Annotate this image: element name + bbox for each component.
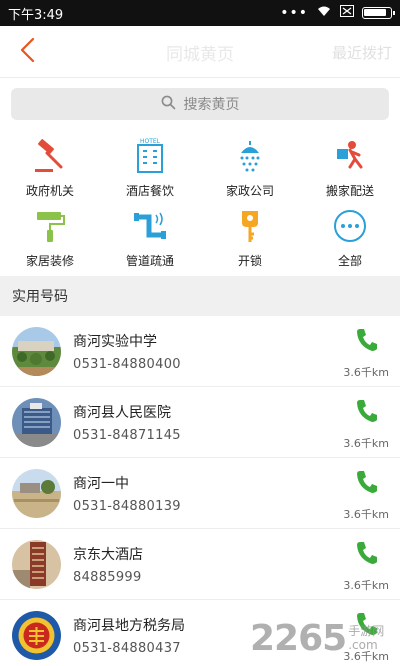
avatar [12, 327, 61, 376]
list-item[interactable]: 商河一中 0531-84880139 3.6千km [0, 458, 400, 529]
category-label: 家政公司 [225, 184, 274, 198]
phone-icon [356, 612, 378, 640]
contact-phone: 0531-84880139 [73, 499, 181, 514]
category-label: 酒店餐饮 [125, 184, 174, 198]
contact-phone: 84885999 [73, 570, 142, 585]
search-placeholder: 搜索黄页 [183, 97, 240, 113]
dots-icon: ••• [280, 5, 308, 21]
call-button[interactable] [353, 541, 381, 569]
wifi-icon [316, 5, 332, 21]
search-input[interactable]: 搜索黄页 [11, 88, 389, 120]
category-label: 家居装修 [25, 254, 74, 268]
chevron-left-icon [19, 37, 35, 67]
shower-icon [230, 136, 270, 176]
nav-bar: 同城黄页 最近拨打 [0, 26, 400, 78]
list-item[interactable]: 京东大酒店 84885999 3.6千km [0, 529, 400, 600]
category-grid: 政府机关 HOTEL 酒店餐饮 家政公司 搬家配送 家居装修 管道疏通 开锁 全… [0, 130, 400, 272]
call-button[interactable] [353, 399, 381, 427]
gavel-icon [30, 136, 70, 176]
distance-label: 3.6千km [343, 366, 389, 379]
contact-name: 商河县地方税务局 [73, 618, 185, 634]
category-decoration[interactable]: 家居装修 [0, 202, 100, 272]
avatar [12, 540, 61, 589]
call-button[interactable] [353, 328, 381, 356]
list-item[interactable]: 商河县地方税务局 0531-84880437 3.6千km [0, 600, 400, 666]
recent-calls-button[interactable]: 最近拨打 [332, 42, 392, 63]
phone-icon [356, 470, 378, 498]
svg-text:HOTEL: HOTEL [140, 138, 161, 145]
delivery-icon [330, 136, 370, 176]
category-label: 全部 [337, 254, 362, 268]
hotel-icon: HOTEL [130, 136, 170, 176]
call-button[interactable] [353, 470, 381, 498]
contact-name: 商河县人民医院 [73, 405, 171, 421]
key-icon [230, 206, 270, 246]
status-bar: 下午3:49 ••• [0, 0, 400, 26]
category-hotel[interactable]: HOTEL 酒店餐饮 [100, 132, 200, 202]
search-area: 搜索黄页 [0, 78, 400, 130]
phone-icon [356, 328, 378, 356]
category-government[interactable]: 政府机关 [0, 132, 100, 202]
contact-name: 商河一中 [73, 476, 129, 492]
avatar [12, 398, 61, 447]
contact-phone: 0531-84880437 [73, 641, 181, 656]
distance-label: 3.6千km [343, 437, 389, 450]
distance-label: 3.6千km [343, 579, 389, 592]
avatar [12, 469, 61, 518]
paint-roller-icon [30, 206, 70, 246]
no-sim-icon [340, 5, 354, 21]
category-label: 搬家配送 [325, 184, 374, 198]
category-housekeeping[interactable]: 家政公司 [200, 132, 300, 202]
phone-icon [356, 399, 378, 427]
contact-phone: 0531-84871145 [73, 428, 181, 443]
category-moving[interactable]: 搬家配送 [300, 132, 400, 202]
category-label: 开锁 [237, 254, 262, 268]
category-pipes[interactable]: 管道疏通 [100, 202, 200, 272]
more-icon [330, 206, 370, 246]
distance-label: 3.6千km [343, 650, 389, 663]
status-time: 下午3:49 [8, 7, 64, 23]
contact-list: 商河实验中学 0531-84880400 3.6千km 商河县人民医院 0531… [0, 316, 400, 666]
list-item[interactable]: 商河县人民医院 0531-84871145 3.6千km [0, 387, 400, 458]
battery-icon [362, 7, 395, 19]
call-button[interactable] [353, 612, 381, 640]
avatar [12, 611, 61, 660]
category-all[interactable]: 全部 [300, 202, 400, 272]
search-icon [161, 95, 176, 114]
category-label: 政府机关 [25, 184, 74, 198]
phone-icon [356, 541, 378, 569]
status-icons: ••• [280, 5, 395, 21]
pipe-icon [130, 206, 170, 246]
list-item[interactable]: 商河实验中学 0531-84880400 3.6千km [0, 316, 400, 387]
category-label: 管道疏通 [125, 254, 174, 268]
category-unlock[interactable]: 开锁 [200, 202, 300, 272]
distance-label: 3.6千km [343, 508, 389, 521]
back-button[interactable] [12, 36, 42, 68]
contact-phone: 0531-84880400 [73, 357, 181, 372]
contact-name: 京东大酒店 [73, 547, 143, 563]
section-header: 实用号码 [0, 276, 400, 316]
contact-name: 商河实验中学 [73, 334, 157, 350]
